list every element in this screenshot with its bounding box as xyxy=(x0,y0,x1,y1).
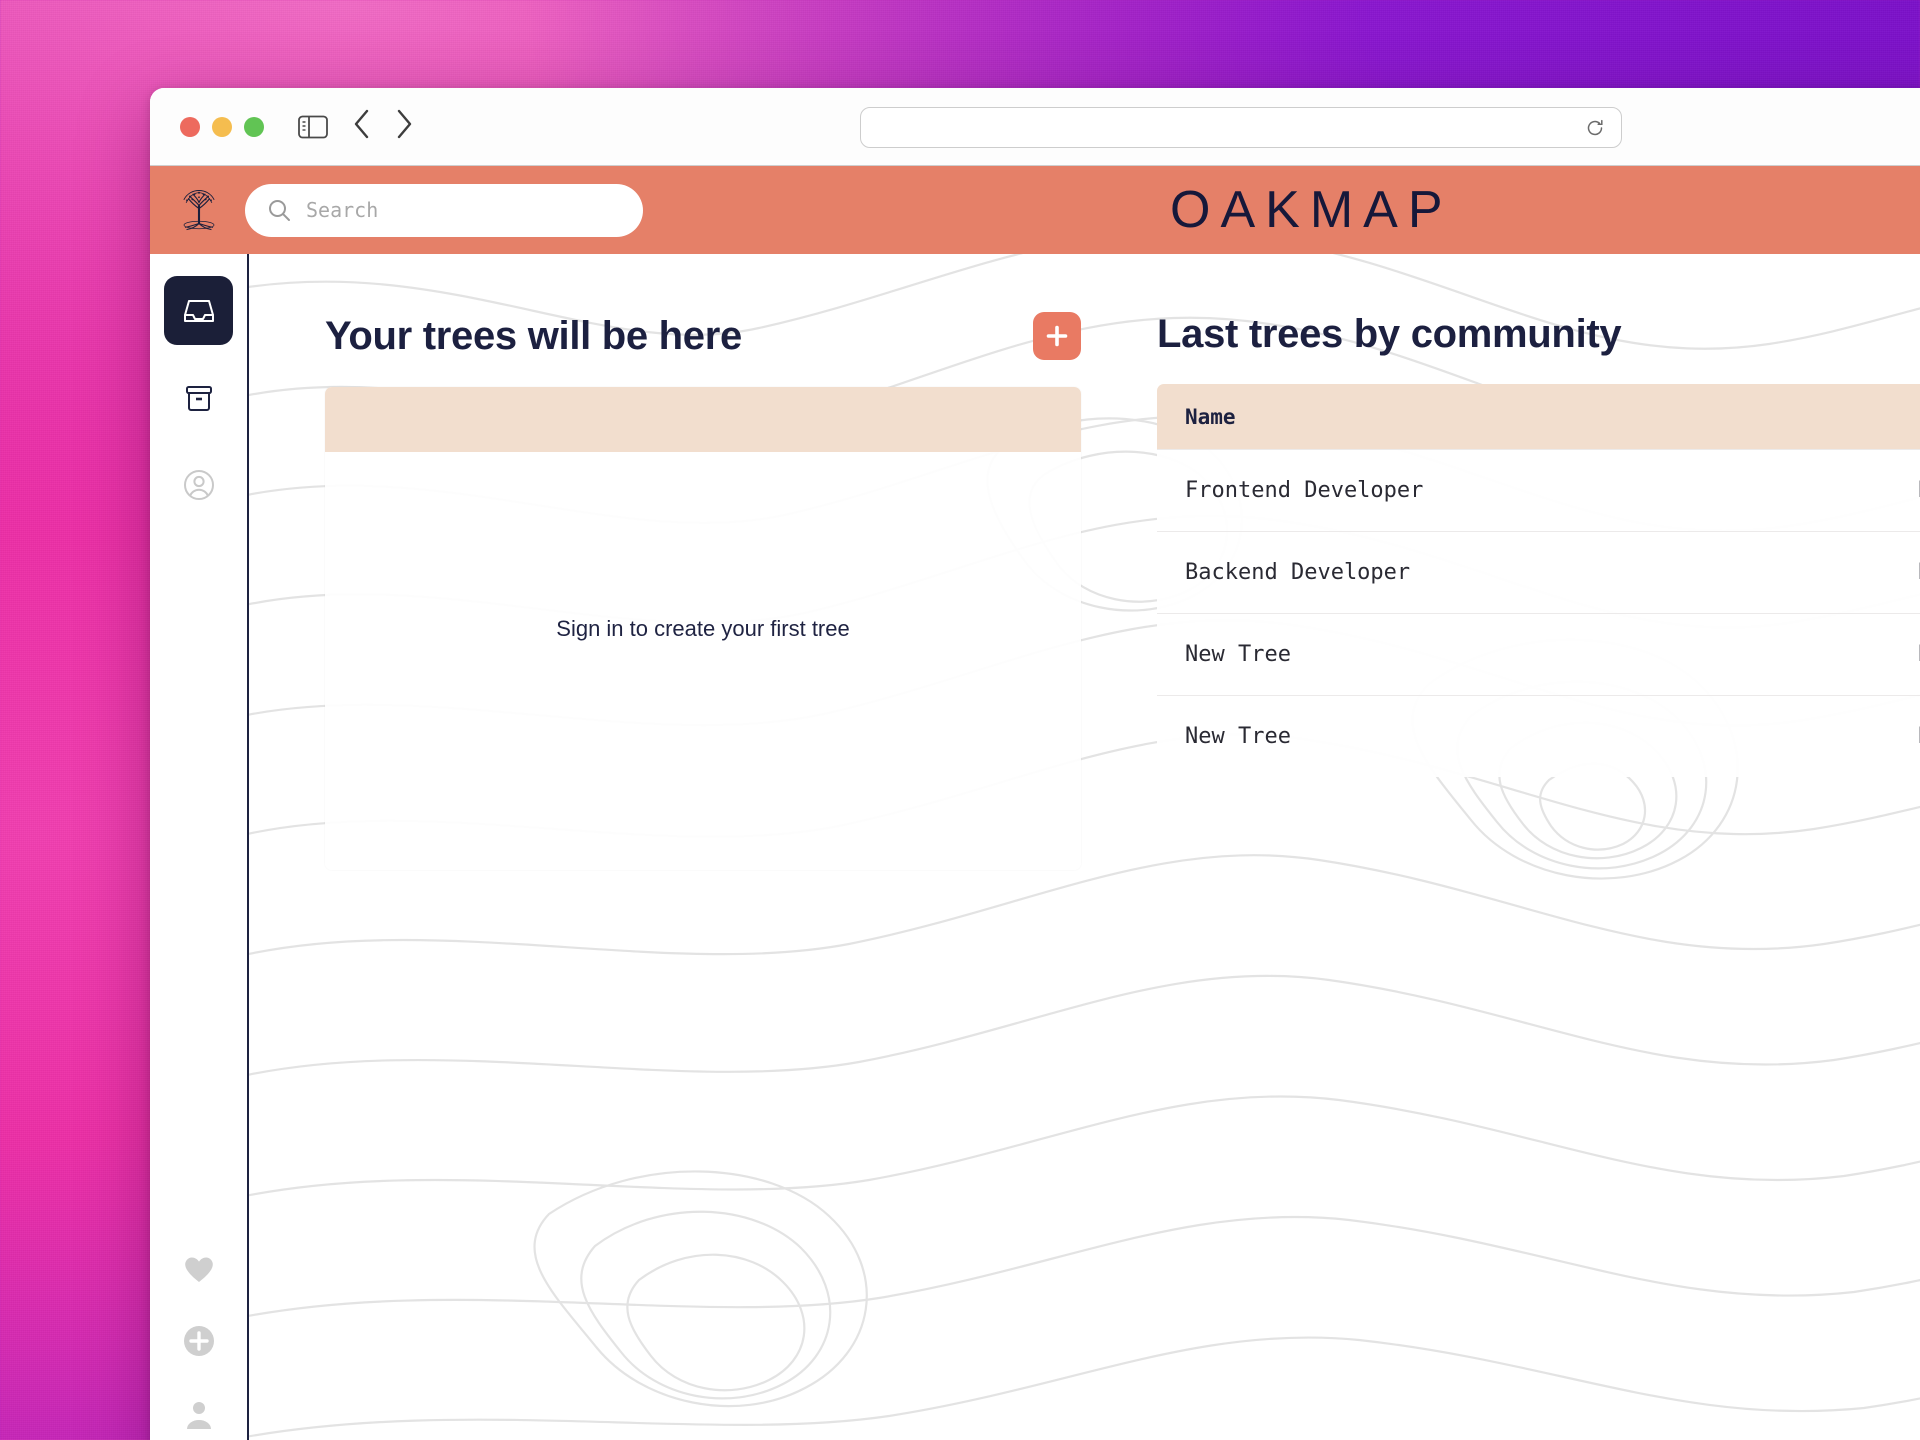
plus-icon xyxy=(1046,325,1068,347)
icon-sidebar xyxy=(150,254,249,1440)
table-header-row: Name U xyxy=(1157,384,1920,449)
your-trees-card: Sign in to create your first tree xyxy=(325,387,1081,870)
cell-name: New Tree xyxy=(1185,724,1291,749)
minimize-button[interactable] xyxy=(212,116,232,137)
community-table: Name U Frontend Developer M Backend Deve… xyxy=(1157,384,1920,777)
cell-name: Frontend Developer xyxy=(1185,478,1424,503)
sidebar-item-favorites[interactable] xyxy=(182,1252,216,1284)
page-title: Your trees will be here xyxy=(325,313,742,358)
browser-titlebar xyxy=(150,88,1920,166)
brand-wordmark: OAKMAP xyxy=(1170,181,1453,239)
maximize-button[interactable] xyxy=(244,116,264,137)
search-placeholder: Search xyxy=(306,198,379,222)
sidebar-item-archive[interactable] xyxy=(164,363,233,432)
cell-name: Backend Developer xyxy=(1185,560,1411,585)
sidebar-item-profile[interactable] xyxy=(182,1398,216,1432)
table-row[interactable]: Frontend Developer M xyxy=(1157,449,1920,531)
url-bar[interactable] xyxy=(860,107,1622,148)
sidebar-item-add[interactable] xyxy=(182,1324,216,1358)
archive-box-icon xyxy=(185,385,212,411)
search-input[interactable]: Search xyxy=(245,183,643,237)
reload-icon[interactable] xyxy=(1585,118,1605,138)
person-icon xyxy=(186,1402,211,1429)
app-header: Search OAKMAP xyxy=(150,166,1920,254)
search-icon xyxy=(267,198,292,223)
your-trees-panel: Your trees will be here Sign in to creat… xyxy=(325,312,1081,870)
chevron-right-icon[interactable] xyxy=(392,107,416,146)
table-row[interactable]: New Tree M xyxy=(1157,695,1920,777)
empty-state-message: Sign in to create your first tree xyxy=(556,615,850,641)
browser-window: Search OAKMAP Your trees will be here Si… xyxy=(150,88,1920,1440)
tree-logo-icon[interactable] xyxy=(175,186,223,234)
inbox-icon xyxy=(183,299,214,322)
sidebar-top-group xyxy=(164,254,233,519)
user-circle-icon xyxy=(183,469,214,500)
plus-circle-icon xyxy=(183,1326,214,1356)
chevron-left-icon[interactable] xyxy=(350,107,374,146)
heart-icon xyxy=(184,1257,213,1282)
sidebar-bottom-group xyxy=(182,1252,216,1440)
traffic-lights xyxy=(180,116,264,137)
sidebar-item-inbox[interactable] xyxy=(164,276,233,345)
your-trees-header: Your trees will be here xyxy=(325,312,1081,360)
nav-arrows xyxy=(350,107,416,146)
table-row[interactable]: Backend Developer M xyxy=(1157,531,1920,613)
community-trees-panel: Last trees by community Name U Frontend … xyxy=(1157,312,1920,870)
close-button[interactable] xyxy=(180,116,200,137)
community-header: Last trees by community xyxy=(1157,312,1920,357)
sidebar-toggle-icon[interactable] xyxy=(294,108,332,146)
community-title: Last trees by community xyxy=(1157,312,1622,356)
add-tree-button[interactable] xyxy=(1033,312,1081,360)
app-body: Your trees will be here Sign in to creat… xyxy=(150,254,1920,1440)
main-content: Your trees will be here Sign in to creat… xyxy=(249,254,1920,1440)
sidebar-item-account[interactable] xyxy=(164,450,233,519)
column-header-name[interactable]: Name xyxy=(1185,405,1919,429)
panels-row: Your trees will be here Sign in to creat… xyxy=(249,254,1920,870)
table-row[interactable]: New Tree M xyxy=(1157,613,1920,695)
cell-name: New Tree xyxy=(1185,642,1291,667)
